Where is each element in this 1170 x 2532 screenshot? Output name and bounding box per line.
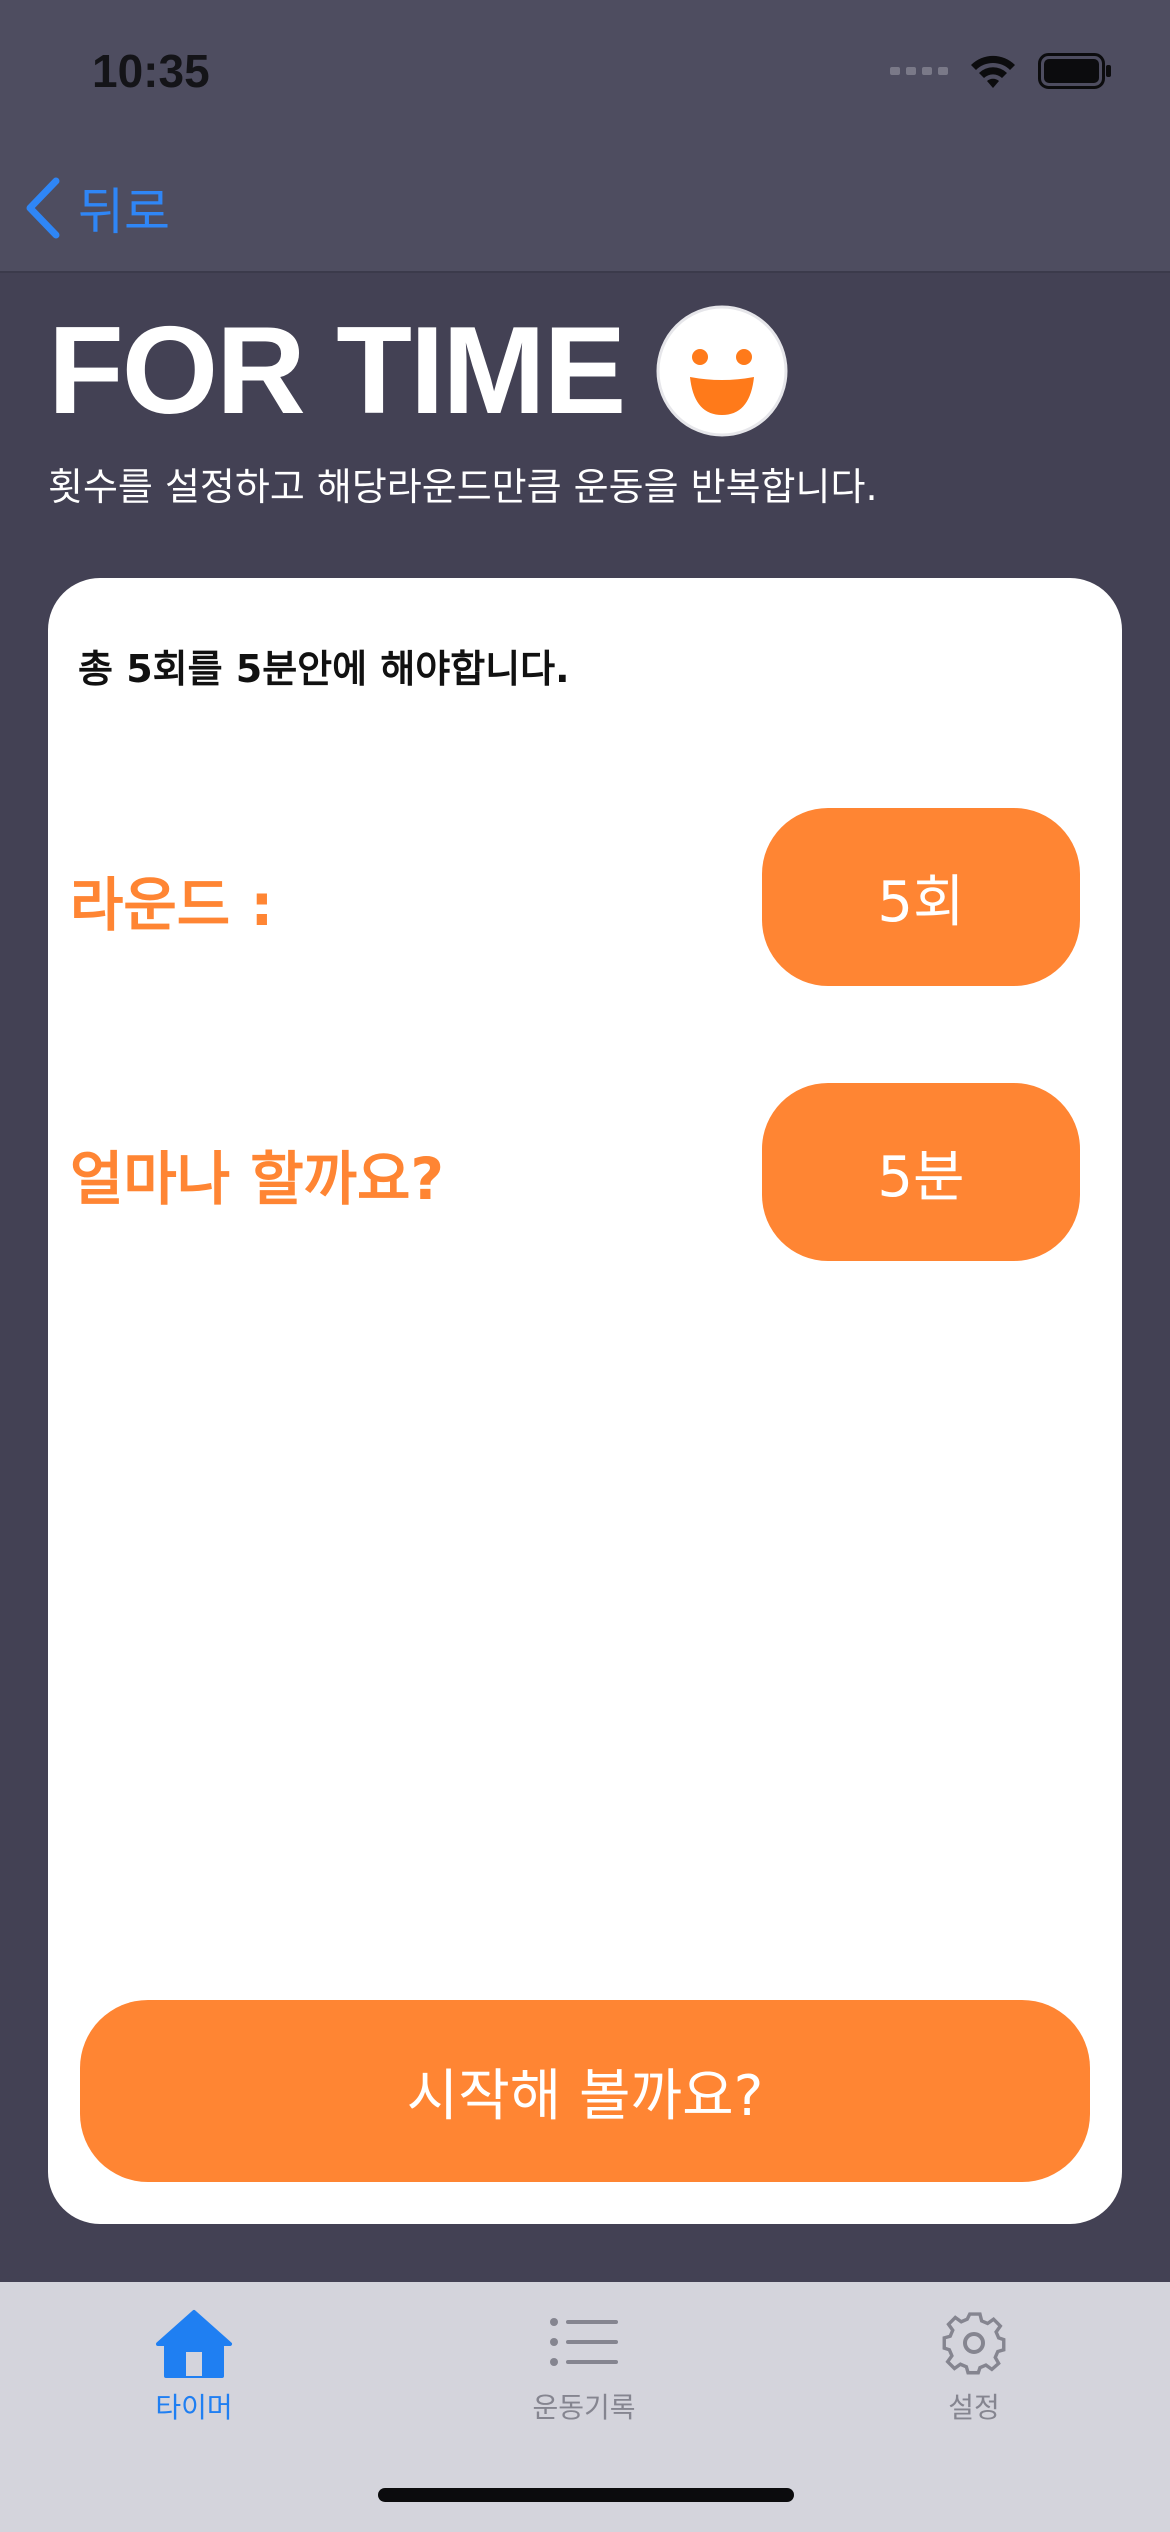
start-button[interactable]: 시작해 볼까요? (80, 2000, 1090, 2182)
list-icon (550, 2318, 618, 2366)
home-indicator (378, 2488, 794, 2502)
duration-button[interactable]: 5분 (762, 1083, 1080, 1261)
rounds-label: 라운드 : (70, 871, 274, 939)
chevron-left-icon (26, 177, 60, 239)
duration-label: 얼마나 할까요? (70, 1145, 444, 1213)
status-indicators (890, 52, 1112, 90)
gear-icon (942, 2312, 1006, 2375)
back-button[interactable]: 뒤로 (24, 172, 170, 244)
screen: 10:35 뒤로 FOR TIME 횟수를 설정하고 해당라운드만큼 운동을 반… (0, 0, 1170, 2532)
tab-settings[interactable]: 설정 (864, 2308, 1084, 2426)
wifi-icon (971, 55, 1015, 88)
tab-timer[interactable]: 타이머 (84, 2308, 304, 2426)
signal-icon (890, 67, 948, 75)
page-subtitle: 횟수를 설정하고 해당라운드만큼 운동을 반복합니다. (48, 465, 878, 509)
page-title: FOR TIME (48, 302, 626, 440)
rounds-button[interactable]: 5회 (762, 808, 1080, 986)
battery-icon (1038, 53, 1111, 89)
tab-label: 타이머 (155, 2391, 233, 2424)
home-icon (156, 2310, 232, 2378)
tab-workout-log[interactable]: 운동기록 (474, 2308, 694, 2426)
smiley-icon (656, 305, 788, 437)
settings-card: 총 5회를 5분안에 해야합니다. 라운드 : 5회 얼마나 할까요? 5분 시… (48, 578, 1122, 2224)
summary-text: 총 5회를 5분안에 해야합니다. (78, 647, 570, 691)
tab-label: 운동기록 (532, 2391, 636, 2424)
page-header: FOR TIME (48, 300, 790, 442)
status-time: 10:35 (92, 45, 210, 97)
navigation-bar: 10:35 뒤로 (0, 0, 1170, 273)
back-label: 뒤로 (78, 183, 170, 241)
tab-label: 설정 (948, 2391, 1000, 2424)
